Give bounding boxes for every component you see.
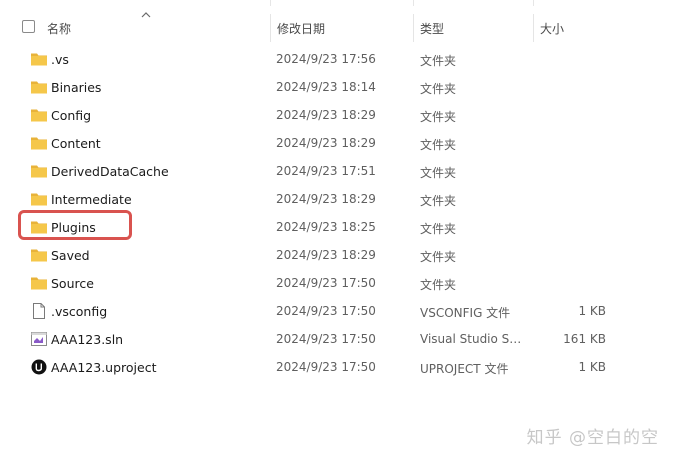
file-type: 文件夹 — [420, 138, 457, 152]
file-type: Visual Studio Sol... — [420, 332, 524, 346]
file-explorer: 名称 修改日期 类型 大小 .vs 2024/9/23 17:56 文件夹 Bi… — [0, 0, 675, 462]
folder-icon — [31, 165, 47, 178]
file-date: 2024/9/23 18:29 — [276, 248, 376, 262]
list-item[interactable]: Intermediate 2024/9/23 18:29 文件夹 — [0, 185, 675, 213]
folder-icon — [31, 249, 47, 262]
folder-icon — [31, 137, 47, 150]
file-type: 文件夹 — [420, 194, 457, 208]
file-type: 文件夹 — [420, 82, 457, 96]
select-all-checkbox[interactable] — [22, 20, 35, 33]
file-date: 2024/9/23 17:50 — [276, 360, 376, 374]
file-name: Saved — [51, 248, 90, 263]
file-name: DerivedDataCache — [51, 164, 169, 179]
file-type: UPROJECT 文件 — [420, 362, 509, 376]
file-date: 2024/9/23 17:50 — [276, 332, 376, 346]
file-type: VSCONFIG 文件 — [420, 306, 511, 320]
list-item[interactable]: AAA123.uproject 2024/9/23 17:50 UPROJECT… — [0, 353, 675, 381]
top-strip — [0, 0, 675, 6]
sort-ascending-icon[interactable] — [141, 11, 151, 19]
column-divider[interactable] — [533, 14, 534, 42]
folder-icon — [31, 277, 47, 290]
column-header-name[interactable]: 名称 — [47, 20, 71, 37]
file-type: 文件夹 — [420, 278, 457, 292]
folder-icon — [31, 53, 47, 66]
file-date: 2024/9/23 17:50 — [276, 304, 376, 318]
list-item[interactable]: .vsconfig 2024/9/23 17:50 VSCONFIG 文件 1 … — [0, 297, 675, 325]
list-item[interactable]: Source 2024/9/23 17:50 文件夹 — [0, 269, 675, 297]
list-item[interactable]: Config 2024/9/23 18:29 文件夹 — [0, 101, 675, 129]
file-date: 2024/9/23 18:29 — [276, 136, 376, 150]
file-name: AAA123.uproject — [51, 360, 157, 375]
list-item[interactable]: .vs 2024/9/23 17:56 文件夹 — [0, 45, 675, 73]
file-name: Binaries — [51, 80, 102, 95]
file-name: .vs — [51, 52, 69, 67]
file-size: 1 KB — [578, 304, 606, 318]
folder-icon — [31, 193, 47, 206]
file-name: Content — [51, 136, 101, 151]
folder-icon — [31, 221, 47, 234]
file-type: 文件夹 — [420, 250, 457, 264]
file-name: Plugins — [51, 220, 96, 235]
file-type: 文件夹 — [420, 166, 457, 180]
file-type: 文件夹 — [420, 110, 457, 124]
file-type: 文件夹 — [420, 222, 457, 236]
file-size: 1 KB — [578, 360, 606, 374]
file-date: 2024/9/23 18:29 — [276, 192, 376, 206]
file-date: 2024/9/23 17:50 — [276, 276, 376, 290]
column-divider[interactable] — [413, 14, 414, 42]
list-item[interactable]: Content 2024/9/23 18:29 文件夹 — [0, 129, 675, 157]
list-item[interactable]: Binaries 2024/9/23 18:14 文件夹 — [0, 73, 675, 101]
column-header-type[interactable]: 类型 — [420, 20, 444, 37]
folder-icon — [31, 109, 47, 122]
list-item[interactable]: Saved 2024/9/23 18:29 文件夹 — [0, 241, 675, 269]
file-date: 2024/9/23 18:25 — [276, 220, 376, 234]
file-date: 2024/9/23 18:29 — [276, 108, 376, 122]
file-date: 2024/9/23 17:56 — [276, 52, 376, 66]
file-name: Intermediate — [51, 192, 132, 207]
column-header-date[interactable]: 修改日期 — [277, 20, 325, 37]
unreal-engine-icon — [31, 359, 47, 375]
file-name: Config — [51, 108, 92, 123]
column-divider[interactable] — [270, 14, 271, 42]
column-divider — [533, 0, 534, 6]
column-header-size[interactable]: 大小 — [540, 20, 564, 37]
file-name: AAA123.sln — [51, 332, 124, 347]
folder-icon — [31, 81, 47, 94]
file-name: .vsconfig — [51, 304, 108, 319]
column-header-row: 名称 修改日期 类型 大小 — [0, 11, 675, 42]
file-size: 161 KB — [563, 332, 606, 346]
file-date: 2024/9/23 17:51 — [276, 164, 376, 178]
file-type: 文件夹 — [420, 54, 457, 68]
column-divider — [413, 0, 414, 6]
visual-studio-solution-icon — [31, 332, 47, 346]
list-item[interactable]: AAA123.sln 2024/9/23 17:50 Visual Studio… — [0, 325, 675, 353]
column-divider — [270, 0, 271, 6]
list-item[interactable]: DerivedDataCache 2024/9/23 17:51 文件夹 — [0, 157, 675, 185]
document-icon — [33, 303, 45, 319]
watermark: 知乎 @空白的空 — [526, 428, 659, 448]
file-date: 2024/9/23 18:14 — [276, 80, 376, 94]
file-name: Source — [51, 276, 94, 291]
list-item[interactable]: Plugins 2024/9/23 18:25 文件夹 — [0, 213, 675, 241]
